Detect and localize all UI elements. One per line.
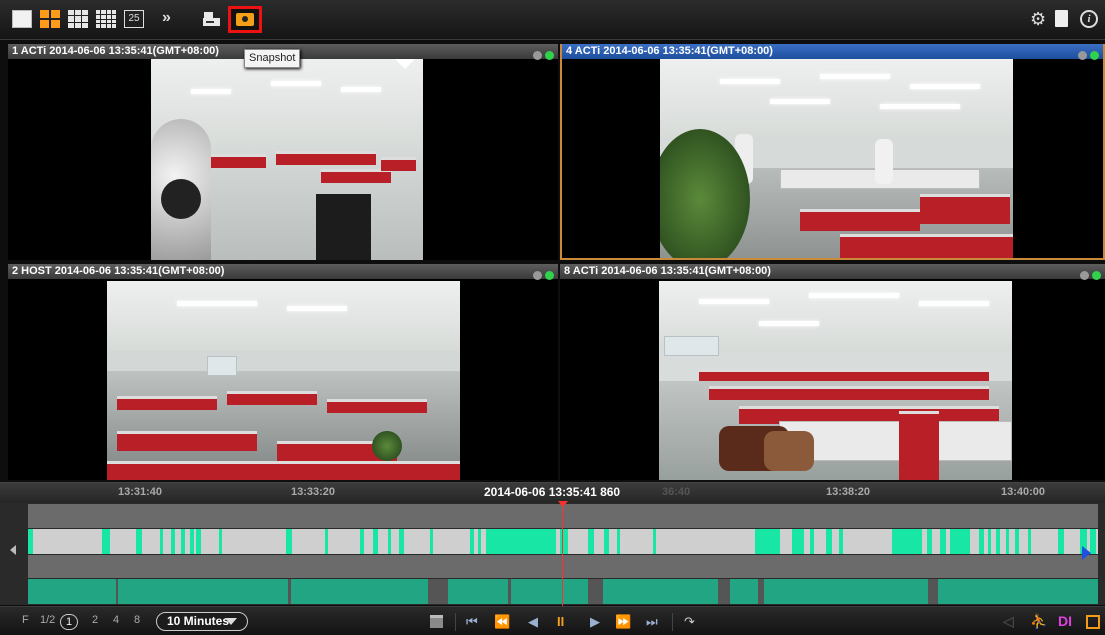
info-icon[interactable]: i: [1080, 10, 1098, 28]
speed-option[interactable]: 4: [113, 614, 119, 626]
timeline-track[interactable]: [28, 555, 1098, 578]
tick-label: 13:38:20: [826, 486, 871, 498]
current-time: 2014-06-06 13:35:41 860: [484, 485, 621, 499]
tick-label: 13:31:40: [118, 486, 163, 498]
layout-25-button[interactable]: 25: [124, 10, 144, 28]
layout-4x4-button[interactable]: [96, 10, 116, 28]
status-indicators: [1075, 47, 1099, 65]
go-to-end-button[interactable]: ⏭: [646, 614, 658, 629]
document-icon[interactable]: [1055, 10, 1068, 27]
speed-option-selected[interactable]: 1: [60, 614, 79, 630]
rotate-icon[interactable]: ↷: [684, 614, 695, 629]
tick-label: 36:40: [662, 486, 691, 498]
toolbar: 25 » ⚙ i: [0, 0, 1105, 40]
rewind-button[interactable]: ⏪: [494, 614, 510, 629]
video-feed: [107, 281, 460, 480]
snapshot-tooltip: Snapshot: [244, 49, 301, 68]
layout-3x3-button[interactable]: [68, 10, 88, 28]
step-forward-button[interactable]: ▶: [590, 614, 600, 629]
video-pane-4[interactable]: 4 ACTi 2014-06-06 13:35:41(GMT+08:00): [560, 44, 1105, 260]
frame-mode-label[interactable]: F: [22, 614, 29, 626]
status-indicators: [530, 267, 554, 285]
event-track[interactable]: [28, 529, 1098, 554]
playback-controlbar: F 1/2 1 2 4 8 10 Minutes ⏮ ⏪ ◀ II ▶ ⏩ ⏭ …: [0, 606, 1105, 635]
person-icon[interactable]: ⛹: [1030, 613, 1047, 630]
status-indicators: [1077, 267, 1101, 285]
fast-forward-button[interactable]: ⏩: [615, 614, 631, 629]
speed-option[interactable]: 1/2: [40, 614, 55, 626]
playhead[interactable]: [562, 501, 563, 606]
tick-label: 13:40:00: [1001, 486, 1046, 498]
video-feed: [660, 59, 1013, 258]
speed-option[interactable]: 2: [92, 614, 98, 626]
video-pane-2[interactable]: 2 HOST 2014-06-06 13:35:41(GMT+08:00): [8, 264, 558, 480]
pane-title: 2 HOST 2014-06-06 13:35:41(GMT+08:00): [8, 264, 558, 279]
time-range-select[interactable]: 10 Minutes: [156, 612, 248, 631]
timeline-end-marker-icon: [1082, 546, 1091, 560]
settings-gear-icon[interactable]: ⚙: [1030, 10, 1050, 28]
video-pane-1[interactable]: 1 ACTi 2014-06-06 13:35:41(GMT+08:00): [8, 44, 558, 260]
layout-1x1-button[interactable]: [12, 10, 32, 28]
tick-label: 13:33:20: [291, 486, 336, 498]
playhead-handle[interactable]: [558, 501, 568, 507]
video-feed: [659, 281, 1012, 480]
time-ruler: 13:31:40 13:33:20 2014-06-06 13:35:41 86…: [0, 483, 1105, 503]
video-pane-8[interactable]: 8 ACTi 2014-06-06 13:35:41(GMT+08:00): [560, 264, 1105, 480]
layout-2x2-button[interactable]: [40, 10, 60, 28]
go-to-start-button[interactable]: ⏮: [466, 614, 478, 629]
scroll-left-arrow-icon[interactable]: [10, 545, 16, 555]
audio-icon[interactable]: ◁: [1003, 613, 1014, 630]
timeline[interactable]: 13:31:40 13:33:20 2014-06-06 13:35:41 86…: [0, 482, 1105, 606]
calendar-icon[interactable]: [430, 615, 443, 628]
speed-option[interactable]: 8: [134, 614, 140, 626]
pause-button[interactable]: II: [557, 614, 564, 629]
pane-title: 8 ACTi 2014-06-06 13:35:41(GMT+08:00): [560, 264, 1105, 279]
step-back-button[interactable]: ◀: [528, 614, 538, 629]
timeline-track[interactable]: [28, 504, 1098, 528]
video-feed: [151, 59, 423, 260]
output-icon[interactable]: [1086, 615, 1100, 629]
export-icon[interactable]: [202, 10, 222, 28]
status-indicators: [530, 47, 554, 65]
recording-track[interactable]: [28, 579, 1098, 604]
digital-input-label[interactable]: DI: [1058, 613, 1072, 629]
camera-icon: [236, 13, 254, 26]
snapshot-button[interactable]: [228, 6, 262, 33]
pane-title: 4 ACTi 2014-06-06 13:35:41(GMT+08:00): [562, 44, 1103, 59]
more-layouts-button[interactable]: »: [162, 10, 182, 28]
